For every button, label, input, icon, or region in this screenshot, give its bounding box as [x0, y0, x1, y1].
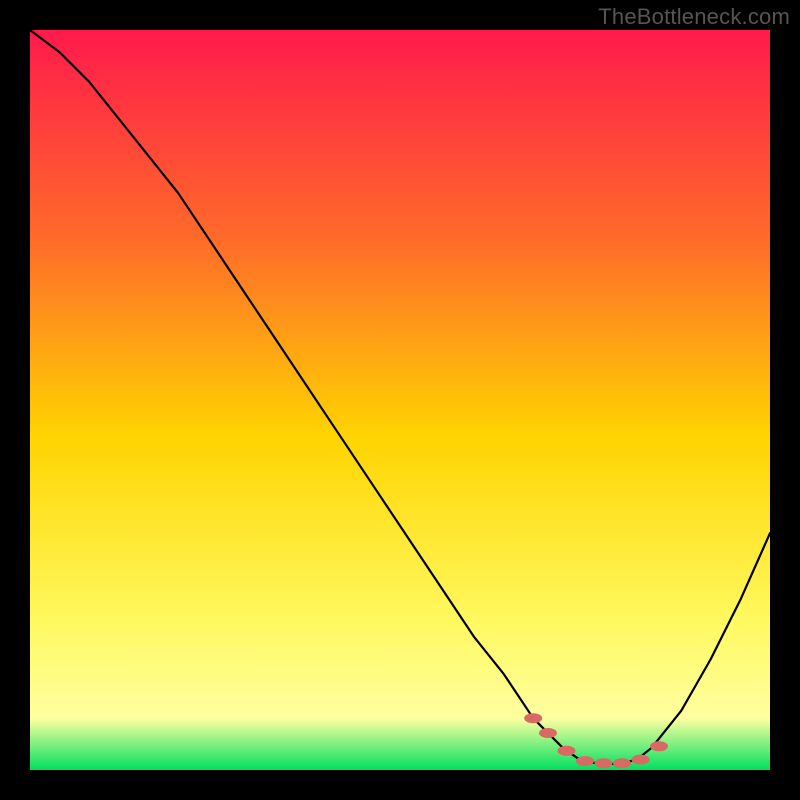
watermark-text: TheBottleneck.com: [598, 4, 790, 30]
optimal-marker: [539, 728, 557, 738]
chart-frame: TheBottleneck.com: [0, 0, 800, 800]
optimal-marker: [632, 755, 650, 765]
optimal-marker: [613, 758, 631, 768]
plot-area: [30, 30, 770, 770]
chart-svg: [30, 30, 770, 770]
optimal-marker: [558, 746, 576, 756]
optimal-marker: [595, 758, 613, 768]
optimal-marker: [576, 756, 594, 766]
optimal-marker: [650, 741, 668, 751]
optimal-marker: [524, 713, 542, 723]
gradient-background: [30, 30, 770, 770]
